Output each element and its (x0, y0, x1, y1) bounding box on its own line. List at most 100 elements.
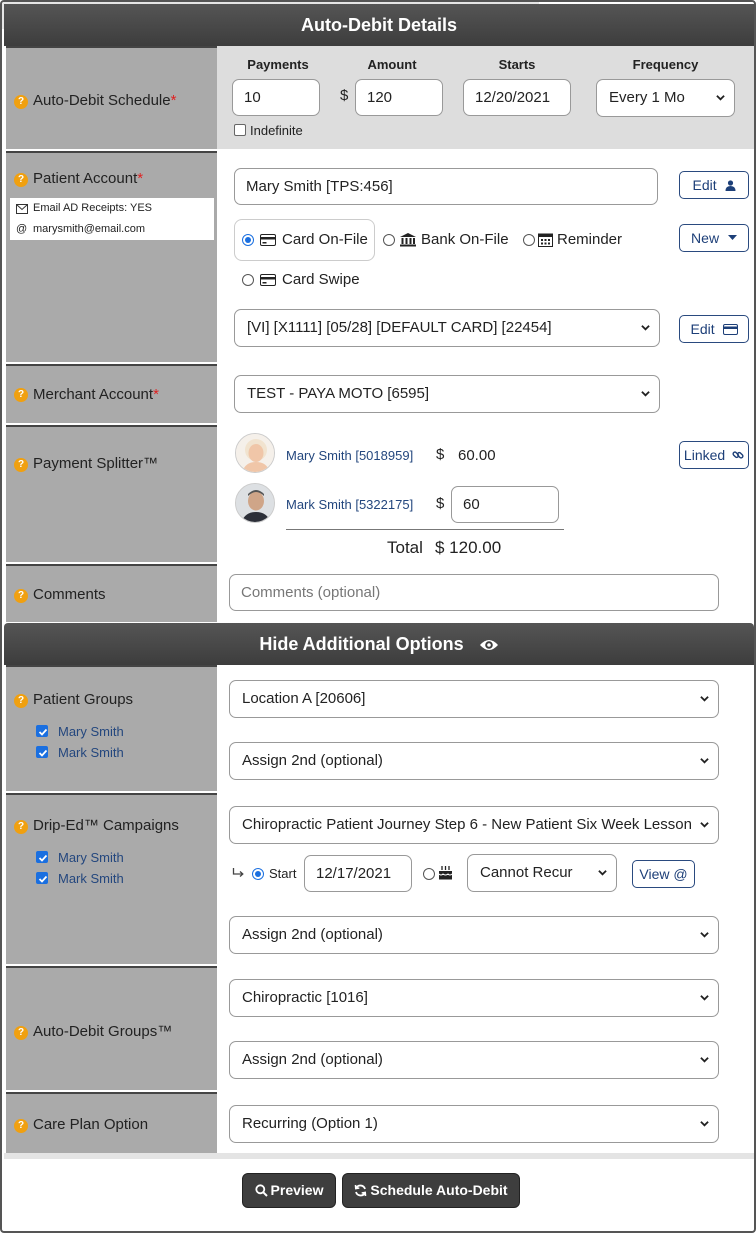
campaign-select[interactable]: Chiropractic Patient Journey Step 6 - Ne… (229, 806, 719, 844)
campaign-birthday-radio[interactable] (423, 868, 435, 880)
avatar (235, 433, 275, 473)
splitter-label-cell: ? Payment Splitter™ (6, 425, 217, 562)
help-icon[interactable]: ? (14, 1026, 28, 1040)
card-select[interactable]: [VI] [X1111] [05/28] [DEFAULT CARD] [224… (234, 309, 660, 347)
chevron-down-icon (700, 932, 709, 938)
check-icon (38, 728, 48, 736)
turn-right-arrow-icon (232, 868, 244, 877)
edit-card-label: Edit (690, 321, 715, 337)
help-icon[interactable]: ? (14, 95, 28, 109)
split-currency: $ (436, 495, 445, 512)
card-swipe-label: Card Swipe (282, 271, 360, 288)
campaign-start-label: Start (269, 866, 297, 881)
at-icon: @ (16, 223, 28, 235)
group-member-name[interactable]: Mary Smith (58, 724, 124, 739)
reminder-radio[interactable] (523, 234, 535, 246)
campaign-member-name[interactable]: Mark Smith (58, 871, 124, 886)
edit-card-button[interactable]: Edit (679, 315, 749, 343)
indefinite-label: Indefinite (250, 123, 303, 138)
merchant-select[interactable]: TEST - PAYA MOTO [6595] (234, 375, 660, 413)
help-icon[interactable]: ? (14, 173, 28, 187)
split-currency: $ (436, 446, 445, 463)
ad-group-2-select[interactable]: Assign 2nd (optional) (229, 1041, 719, 1079)
splitter-label: Payment Splitter™ (33, 455, 159, 472)
comments-label-cell: ? Comments (6, 564, 217, 622)
patient-account-label: Patient Account* (33, 170, 144, 187)
start-date-input[interactable]: 12/20/2021 (463, 79, 571, 116)
auto-debit-panel: Auto-Debit Details ? Auto-Debit Schedule… (0, 0, 756, 1233)
patient-search-input[interactable]: Mary Smith [TPS:456] (234, 168, 658, 205)
campaign-start-date-input[interactable]: 12/17/2021 (304, 855, 412, 892)
total-value: $ 120.00 (435, 538, 502, 557)
help-icon[interactable]: ? (14, 1119, 28, 1133)
campaign-2-select[interactable]: Assign 2nd (optional) (229, 916, 719, 954)
linked-button[interactable]: Linked (679, 441, 749, 469)
splitter-patient-link[interactable]: Mark Smith [5322175] (286, 497, 413, 512)
group-member-name[interactable]: Mark Smith (58, 745, 124, 760)
ad-group-value: Chiropractic [1016] (242, 989, 368, 1006)
new-payment-method-button[interactable]: New (679, 224, 749, 252)
caret-down-icon (727, 235, 737, 240)
patient-group-2-select[interactable]: Assign 2nd (optional) (229, 742, 719, 780)
campaign-recur-select[interactable]: Cannot Recur (467, 854, 617, 892)
help-icon[interactable]: ? (14, 388, 28, 402)
help-icon[interactable]: ? (14, 694, 28, 708)
reminder-label: Reminder (557, 231, 623, 248)
bank-on-file-radio[interactable] (383, 234, 395, 246)
link-icon (732, 451, 744, 459)
view-campaign-button[interactable]: View @ (632, 860, 695, 888)
patient-group-2-value: Assign 2nd (optional) (242, 752, 383, 769)
chevron-down-icon (598, 870, 607, 876)
chevron-down-icon (700, 1057, 709, 1063)
campaign-member-checkbox[interactable] (36, 851, 48, 863)
patient-account-label-cell: ? Patient Account* Email AD Receipts: YE… (6, 151, 217, 362)
ad-group-2-value: Assign 2nd (optional) (242, 1051, 383, 1068)
amount-input[interactable]: 120 (355, 79, 443, 116)
bank-on-file-label: Bank On-File (421, 231, 509, 248)
email-receipts-status: Email AD Receipts: YES (33, 202, 153, 214)
split-amount-input[interactable]: 60 (451, 486, 559, 523)
envelope-icon (16, 204, 28, 214)
campaign-member-name[interactable]: Mary Smith (58, 850, 124, 865)
frequency-value: Every 1 Mo (609, 89, 685, 106)
new-label: New (691, 230, 720, 246)
ad-groups-label-cell: ? Auto-Debit Groups™ (6, 966, 217, 1090)
group-member-checkbox[interactable] (36, 725, 48, 737)
group-member-checkbox[interactable] (36, 746, 48, 758)
help-icon[interactable]: ? (14, 589, 28, 603)
merchant-value: TEST - PAYA MOTO [6595] (247, 385, 430, 402)
campaign-recur-value: Cannot Recur (480, 864, 573, 881)
edit-patient-button[interactable]: Edit (679, 171, 749, 199)
ad-group-select[interactable]: Chiropractic [1016] (229, 979, 719, 1017)
campaign-member-checkbox[interactable] (36, 872, 48, 884)
splitter-total-divider (286, 529, 564, 530)
refresh-icon (355, 1184, 367, 1197)
help-icon[interactable]: ? (14, 458, 28, 472)
card-on-file-radio[interactable] (242, 234, 254, 246)
credit-card-icon (260, 234, 276, 246)
card-swipe-radio[interactable] (242, 274, 254, 286)
chevron-down-icon (700, 1121, 709, 1127)
additional-options-toggle[interactable]: Hide Additional Options (4, 623, 754, 665)
patient-group-select[interactable]: Location A [20606] (229, 680, 719, 718)
drip-label: Drip-Ed™ Campaigns (33, 817, 179, 834)
merchant-label-cell: ? Merchant Account* (6, 364, 217, 423)
payments-input[interactable]: 10 (232, 79, 320, 116)
care-plan-select[interactable]: Recurring (Option 1) (229, 1105, 719, 1143)
preview-button[interactable]: Preview (242, 1173, 336, 1208)
splitter-patient-link[interactable]: Mary Smith [5018959] (286, 448, 413, 463)
schedule-auto-debit-button[interactable]: Schedule Auto-Debit (342, 1173, 520, 1208)
chevron-down-icon (641, 325, 650, 331)
campaign-start-radio[interactable] (252, 868, 264, 880)
frequency-select[interactable]: Every 1 Mo (596, 79, 735, 117)
amount-currency: $ (340, 87, 349, 104)
patient-groups-label-cell: ? Patient Groups Mary Smith Mark Smith (6, 665, 217, 791)
bank-icon (400, 233, 416, 247)
indefinite-checkbox[interactable] (234, 124, 246, 136)
help-icon[interactable]: ? (14, 820, 28, 834)
comments-input[interactable]: Comments (optional) (229, 574, 719, 611)
schedule-label: Auto-Debit Schedule* (33, 92, 177, 109)
care-plan-value: Recurring (Option 1) (242, 1115, 378, 1132)
eye-icon (479, 640, 498, 651)
edit-patient-label: Edit (692, 177, 717, 193)
